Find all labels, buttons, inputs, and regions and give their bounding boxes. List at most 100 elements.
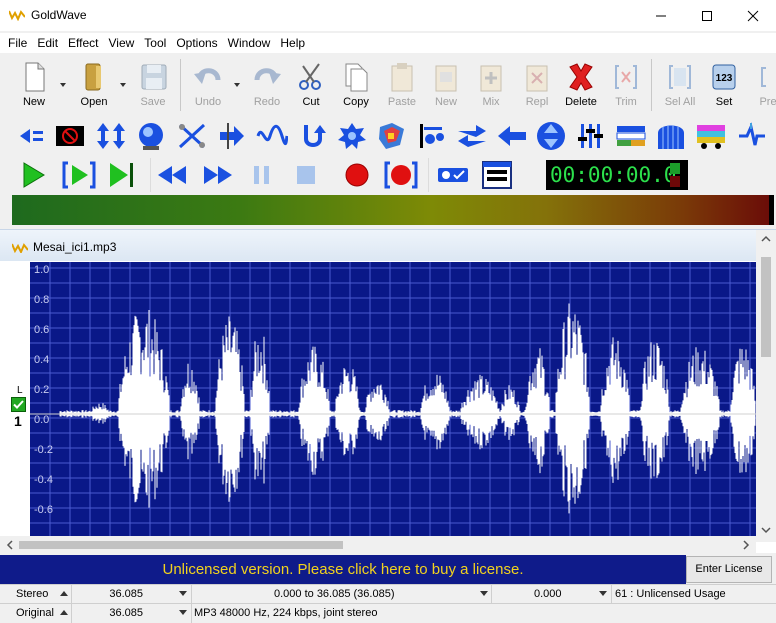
paste-icon [391,63,413,92]
menu-tool[interactable]: Tool [139,33,171,53]
menu-help[interactable]: Help [275,33,310,53]
status-selection-cell[interactable]: 0.000 to 36.085 (36.085) [192,585,492,604]
y-tick-label: -0.2 [34,444,53,456]
record-selection-icon[interactable] [384,158,418,192]
time-display: 00:00:00.0 [546,160,688,190]
title-bar: GoldWave [0,0,776,31]
effects-toolbar [0,115,776,155]
status-mode-cell[interactable]: Original [0,604,72,623]
status-mode: Original [16,607,54,619]
menu-bar: File Edit Effect View Tool Options Windo… [0,33,776,53]
previous-icon [761,67,766,87]
menu-edit[interactable]: Edit [32,33,63,53]
new-button[interactable]: New [12,57,56,113]
status-bar-top: Stereo 36.085 0.000 to 36.085 (36.085) 0… [0,584,776,604]
y-tick-label: 0.0 [34,414,50,426]
enter-license-button[interactable]: Enter License [686,556,772,583]
undo-button[interactable]: Undo [186,57,230,113]
redo-button[interactable]: Redo [245,57,289,113]
goldwave-document-icon [12,243,28,253]
scroll-right-icon[interactable] [741,540,751,550]
unlicensed-banner[interactable]: Unlicensed version. Please click here to… [0,555,686,584]
volume-change-icon[interactable] [16,121,48,151]
copy-button[interactable]: Copy [334,57,378,113]
filter-icon[interactable] [376,121,408,151]
compressor-icon[interactable] [135,121,167,151]
reverse-icon[interactable] [496,121,528,151]
spectrum-icon[interactable] [655,121,687,151]
open-button[interactable]: Open [72,57,116,113]
stereo-eq-icon[interactable] [615,121,647,151]
menu-view[interactable]: View [104,33,140,53]
mix-button[interactable]: Mix [469,57,513,113]
previous-button[interactable]: Pre [746,57,776,113]
fast-forward-icon[interactable] [200,158,234,192]
undo-dropdown-icon[interactable] [232,80,242,90]
document-title: Mesai_ici1.mp3 [33,240,117,254]
equalizer-icon[interactable] [336,121,368,151]
paste-button[interactable]: Paste [380,57,424,113]
status-length-2: 36.085 [109,607,143,619]
status-usage-cell: 61 : Unlicensed Usage [612,585,776,604]
record-icon[interactable] [340,158,374,192]
set-button[interactable]: 123 Set [702,57,746,113]
paste-new-button[interactable]: New [424,57,468,113]
pause-icon[interactable] [245,158,279,192]
crossfade-icon[interactable] [176,121,208,151]
cut-button[interactable]: Cut [289,57,333,113]
auto-gain-icon[interactable] [95,121,127,151]
echo-icon[interactable] [296,121,328,151]
resample-icon[interactable] [575,121,607,151]
pan-icon[interactable] [456,121,488,151]
time-counter: 00:00:00.0 [550,163,677,187]
status-channels-cell[interactable]: Stereo [0,585,72,604]
play-selection-icon[interactable] [62,158,96,192]
status-length2-cell[interactable]: 36.085 [72,604,192,623]
stop-icon[interactable] [289,158,323,192]
control-properties-icon[interactable] [480,158,514,192]
scissors-icon [299,63,321,90]
waveform-view[interactable]: 1.0 0.8 0.6 0.4 0.2 0.0 -0.2 -0.4 -0.6 [30,262,756,536]
open-dropdown-icon[interactable] [118,80,128,90]
scroll-left-icon[interactable] [5,540,15,550]
mute-icon[interactable] [54,121,86,151]
vertical-scrollbar[interactable] [756,230,776,542]
arrow-down-icon [179,591,187,596]
save-button[interactable]: Save [131,57,175,113]
menu-effect[interactable]: Effect [63,33,103,53]
new-dropdown-icon[interactable] [58,80,68,90]
arrow-up-icon [60,591,68,596]
trim-button[interactable]: Trim [604,57,648,113]
scroll-up-icon[interactable] [761,234,771,244]
transport-separator [428,158,429,192]
time-warp-icon[interactable] [695,121,727,151]
status-position-cell[interactable]: 0.000 [492,585,612,604]
reverb-icon[interactable] [735,121,767,151]
transport-separator [150,158,151,192]
play-icon[interactable] [16,158,50,192]
maximize-button[interactable] [684,0,730,31]
scroll-down-icon[interactable] [761,525,771,535]
goldwave-logo-icon [9,10,25,21]
select-all-button[interactable]: Sel All [658,57,702,113]
delete-button[interactable]: Delete [559,57,603,113]
rewind-icon[interactable] [156,158,190,192]
close-button[interactable] [730,0,776,31]
horizontal-scroll-thumb[interactable] [19,541,343,549]
menu-window[interactable]: Window [223,33,276,53]
menu-options[interactable]: Options [171,33,222,53]
horizontal-scrollbar[interactable] [0,536,756,554]
monitor-icon[interactable] [436,158,470,192]
replace-button[interactable]: Repl [515,57,559,113]
channel-enabled-checkbox[interactable] [11,397,26,412]
pitch-icon[interactable] [535,121,567,151]
play-to-end-icon[interactable] [104,158,138,192]
window-title: GoldWave [31,8,87,22]
vertical-scroll-thumb[interactable] [761,257,771,357]
menu-file[interactable]: File [3,33,32,53]
doppler-wave-icon[interactable] [256,121,288,151]
status-length-cell[interactable]: 36.085 [72,585,192,604]
minimize-button[interactable] [638,0,684,31]
mechanize-icon[interactable] [416,121,448,151]
dynamics-icon[interactable] [216,121,248,151]
